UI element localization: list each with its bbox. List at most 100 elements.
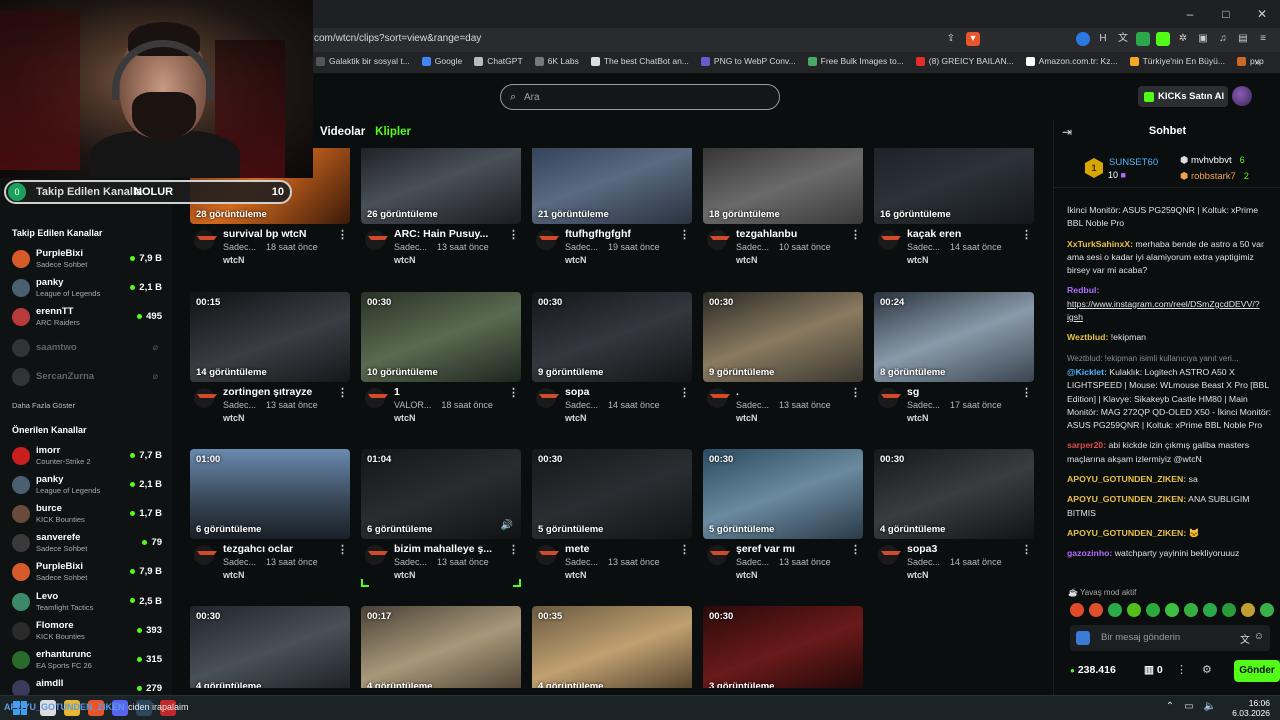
send-button[interactable]: Gönder xyxy=(1234,660,1280,682)
clip-thumbnail[interactable]: 00:30 5 görüntüleme xyxy=(703,449,863,539)
emote-icon[interactable] xyxy=(1222,603,1236,617)
extension-icon[interactable] xyxy=(1136,32,1150,46)
chat-username[interactable]: APOYU_GOTUNDEN_ZIKEN: xyxy=(1067,494,1186,504)
clip-thumbnail[interactable]: 00:24 8 görüntüleme xyxy=(874,292,1034,382)
channel-avatar[interactable] xyxy=(194,230,217,250)
emote-icon[interactable] xyxy=(1146,603,1160,617)
clip-author[interactable]: wtcN xyxy=(223,570,245,580)
clip-author[interactable]: wtcN xyxy=(736,413,758,423)
bookmarks-more-button[interactable]: » xyxy=(1254,57,1260,68)
channel-avatar[interactable] xyxy=(878,230,901,250)
chat-username[interactable]: sarper20: xyxy=(1067,440,1106,450)
clip-card[interactable]: 00:30 9 görüntüleme sopa ⋮ Sadec... 14 saat ö… xyxy=(532,292,692,442)
clip-card[interactable]: 01:00 6 görüntüleme tezgahcı oclar ⋮ Sadec..… xyxy=(190,449,350,599)
emoji-icon[interactable]: ☺ xyxy=(1254,631,1264,642)
clip-card[interactable]: 00:30 5 görüntüleme şeref var mı ⋮ Sadec... 1… xyxy=(703,449,863,599)
clip-author[interactable]: wtcN xyxy=(223,413,245,423)
clip-author[interactable]: wtcN xyxy=(565,570,587,580)
more-options-icon[interactable]: ⋮ xyxy=(850,386,861,399)
clip-title[interactable]: sg xyxy=(907,386,1017,398)
channel-avatar[interactable] xyxy=(194,545,217,565)
clip-title[interactable]: sopa xyxy=(565,386,675,398)
channel-avatar[interactable] xyxy=(878,388,901,408)
channel-avatar[interactable] xyxy=(536,545,559,565)
user-avatar[interactable] xyxy=(1232,86,1252,106)
channel-avatar[interactable] xyxy=(194,388,217,408)
more-options-icon[interactable]: ⋮ xyxy=(1176,663,1187,676)
clip-card[interactable]: 16 görüntüleme kaçak eren ⋮ Sadec... 14 saat… xyxy=(874,148,1034,284)
clip-title[interactable]: . xyxy=(736,386,846,398)
more-options-icon[interactable]: ⋮ xyxy=(337,386,348,399)
channel-avatar[interactable] xyxy=(878,545,901,565)
bookmark-item[interactable]: ChatGPT xyxy=(474,56,523,66)
show-more-link[interactable]: Daha Fazla Göster xyxy=(12,401,75,410)
clip-thumbnail[interactable]: 21 görüntüleme xyxy=(532,148,692,224)
sidebar-channel-item[interactable]: sanverefe Sadece Sohbet 79 xyxy=(12,530,162,558)
gifter-2[interactable]: ⬢ mvhvbbvt 6 xyxy=(1180,155,1245,166)
sidebar-channel-item[interactable]: Levo Teamfight Tactics 2,5 B xyxy=(12,589,162,617)
clip-title[interactable]: kaçak eren xyxy=(907,228,1017,240)
sidebar-channel-item[interactable]: PurpleBixi Sadece Sohbet 7,9 B xyxy=(12,246,162,274)
sidebar-channel-item[interactable]: erennTT ARC Raiders 495 xyxy=(12,304,162,332)
clip-card[interactable]: 18 görüntüleme tezgahlanbu ⋮ Sadec... 10 saa… xyxy=(703,148,863,284)
search-input[interactable]: ⌕ Ara xyxy=(500,84,780,110)
sidebar-channel-item[interactable]: imorr Counter-Strike 2 7,7 B xyxy=(12,443,162,471)
bookmark-item[interactable]: PNG to WebP Conv... xyxy=(700,56,796,66)
chat-username[interactable]: Redbul: xyxy=(1067,285,1099,295)
bookmark-item[interactable]: The best ChatBot an... xyxy=(590,56,689,66)
system-clock[interactable]: 16:06 6.03.2026 xyxy=(1232,698,1270,718)
music-icon[interactable]: ♫ xyxy=(1216,32,1230,46)
chat-username[interactable]: gazozinho: xyxy=(1067,548,1112,558)
more-options-icon[interactable]: ⋮ xyxy=(679,228,690,241)
sidebar-channel-item[interactable]: SercanZurna ⌀ xyxy=(12,364,162,392)
share-icon[interactable]: ⇪ xyxy=(944,32,958,46)
chat-username[interactable]: XxTurkSahinxX: xyxy=(1067,239,1133,249)
gear-icon[interactable]: ⚙ xyxy=(1202,663,1212,676)
clip-thumbnail[interactable]: 01:00 6 görüntüleme xyxy=(190,449,350,539)
more-options-icon[interactable]: ⋮ xyxy=(1021,543,1032,556)
top-gifter-name[interactable]: SUNSET60 xyxy=(1109,157,1158,168)
puzzle-icon[interactable]: ✲ xyxy=(1176,32,1190,46)
more-options-icon[interactable]: ⋮ xyxy=(679,543,690,556)
url-text[interactable]: com/wtcn/clips?sort=view&range=day xyxy=(314,33,481,44)
emote-icon[interactable] xyxy=(1260,603,1274,617)
clip-author[interactable]: wtcN xyxy=(736,255,758,265)
more-options-icon[interactable]: ⋮ xyxy=(337,543,348,556)
network-icon[interactable]: ▭ xyxy=(1184,701,1193,712)
chat-username[interactable]: Weztblud: xyxy=(1067,332,1108,342)
clip-title[interactable]: bizim mahalleye ş... xyxy=(394,543,504,555)
bookmark-item[interactable]: Galaktik bir sosyal t... xyxy=(316,56,410,66)
clip-title[interactable]: ftufhgfhgfghf xyxy=(565,228,675,240)
channel-avatar[interactable] xyxy=(707,545,730,565)
channel-avatar[interactable] xyxy=(365,388,388,408)
buy-kicks-button[interactable]: KICKs Satın Al xyxy=(1138,86,1228,107)
clip-author[interactable]: wtcN xyxy=(223,255,245,265)
more-options-icon[interactable]: ⋮ xyxy=(337,228,348,241)
clip-title[interactable]: şeref var mı xyxy=(736,543,846,555)
channel-points[interactable]: 238.416 xyxy=(1070,664,1116,676)
clip-card[interactable]: 00:17 4 görüntüleme xyxy=(361,606,521,688)
clip-title[interactable]: survival bp wtcN xyxy=(223,228,333,240)
clip-author[interactable]: wtcN xyxy=(394,413,416,423)
clip-card[interactable]: 00:30 4 görüntüleme sopa3 ⋮ Sadec... 14 saat … xyxy=(874,449,1034,599)
channel-avatar[interactable] xyxy=(707,230,730,250)
emote-icon[interactable] xyxy=(1241,603,1255,617)
clip-card[interactable]: 00:30 3 görüntüleme xyxy=(703,606,863,688)
clip-thumbnail[interactable]: 00:30 9 görüntüleme xyxy=(532,292,692,382)
more-options-icon[interactable]: ⋮ xyxy=(1021,386,1032,399)
bookmark-item[interactable]: (8) GREICY BAILAN... xyxy=(915,56,1014,66)
clip-author[interactable]: wtcN xyxy=(565,255,587,265)
clip-card[interactable]: 21 görüntüleme ftufhgfhgfghf ⋮ Sadec... 19 s… xyxy=(532,148,692,284)
more-options-icon[interactable]: ⋮ xyxy=(679,386,690,399)
clip-title[interactable]: 1 xyxy=(394,386,504,398)
brave-shield-icon[interactable]: ▾ xyxy=(966,32,980,46)
bookmark-item[interactable]: Amazon.com.tr: Kz... xyxy=(1025,56,1118,66)
clip-card[interactable]: 01:04 6 görüntüleme 🔊 bizim mahalleye ş... ⋮… xyxy=(361,449,521,599)
chat-username[interactable]: @Kicklet: xyxy=(1067,367,1107,377)
bookmark-item[interactable]: Free Bulk Images to... xyxy=(807,56,904,66)
more-options-icon[interactable]: ⋮ xyxy=(508,386,519,399)
clip-card[interactable]: 26 görüntüleme ARC: Hain Pusuy... ⋮ Sadec..… xyxy=(361,148,521,284)
clip-title[interactable]: tezgahlanbu xyxy=(736,228,846,240)
emote-icon[interactable] xyxy=(1108,603,1122,617)
sidebar-channel-item[interactable]: panky League of Legends 2,1 B xyxy=(12,275,162,303)
